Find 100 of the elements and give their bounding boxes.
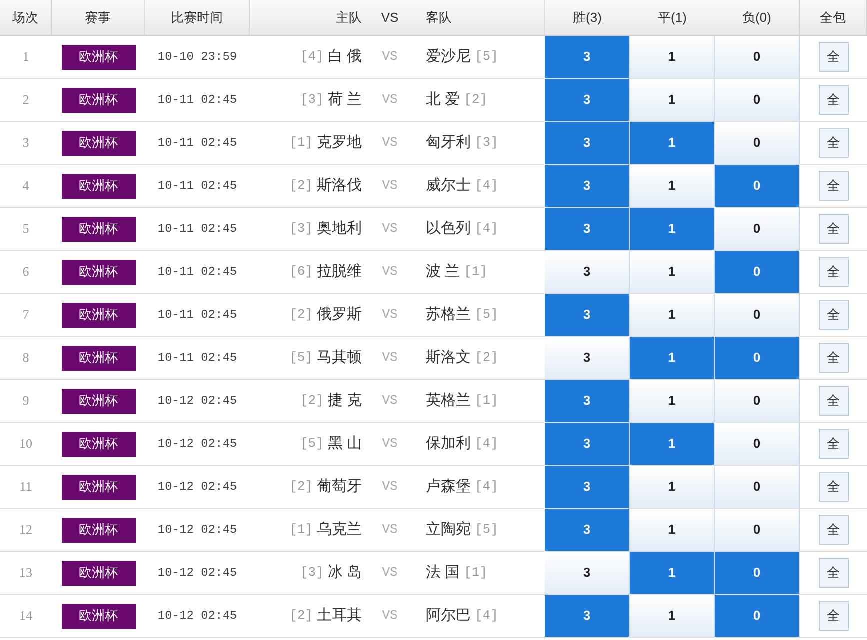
odds-option[interactable]: 1: [630, 294, 715, 336]
select-all-button[interactable]: 全: [818, 128, 848, 158]
odds-option[interactable]: 3: [545, 294, 630, 336]
odds-option[interactable]: 1: [630, 466, 715, 508]
odds-option[interactable]: 0: [715, 294, 800, 336]
odds-option[interactable]: 1: [630, 79, 715, 121]
select-all-button[interactable]: 全: [818, 515, 848, 545]
vs-label: VS: [382, 177, 398, 196]
odds-option[interactable]: 3: [545, 122, 630, 164]
select-all-button[interactable]: 全: [818, 257, 848, 287]
home-team: 乌克兰: [317, 520, 362, 540]
select-all-button[interactable]: 全: [818, 343, 848, 373]
column-header: 场次: [12, 8, 38, 27]
team-rank: [5]: [475, 48, 498, 66]
vs-label: VS: [382, 521, 398, 540]
team-rank: [3]: [290, 220, 313, 238]
select-all-button[interactable]: 全: [818, 214, 848, 244]
select-all-button[interactable]: 全: [818, 85, 848, 115]
odds-option[interactable]: 1: [630, 122, 715, 164]
team-rank: [1]: [464, 263, 488, 282]
vs-label: VS: [382, 220, 398, 238]
odds-option[interactable]: 1: [630, 595, 715, 637]
odds-option[interactable]: 0: [715, 251, 800, 293]
match-number: 11: [20, 478, 32, 496]
team-rank: [2]: [290, 177, 313, 196]
match-number: 10: [20, 435, 32, 454]
odds-option[interactable]: 0: [715, 165, 800, 207]
home-team: 斯洛伐: [317, 176, 362, 196]
odds-option[interactable]: 0: [715, 337, 800, 379]
league-badge: 欧洲杯: [62, 474, 136, 500]
match-time: 10-12 02:45: [158, 436, 238, 453]
odds-option[interactable]: 0: [715, 552, 800, 594]
odds-option[interactable]: 0: [715, 509, 800, 551]
odds-option[interactable]: 0: [715, 208, 800, 250]
select-all-button[interactable]: 全: [818, 472, 848, 502]
column-header: 主队: [336, 8, 362, 27]
odds-option[interactable]: 0: [715, 595, 800, 637]
team-rank: [5]: [475, 521, 498, 540]
odds-option[interactable]: 3: [545, 251, 630, 293]
team-rank: [4]: [300, 48, 324, 66]
odds-option[interactable]: 0: [715, 122, 800, 164]
select-all-button[interactable]: 全: [818, 171, 848, 201]
home-team: 黑 山: [328, 434, 362, 454]
select-all-button[interactable]: 全: [818, 558, 848, 588]
odds-option[interactable]: 1: [630, 337, 715, 379]
select-all-button[interactable]: 全: [818, 386, 848, 416]
odds-option[interactable]: 3: [545, 595, 630, 637]
odds-option[interactable]: 3: [545, 380, 630, 422]
match-number: 8: [22, 349, 30, 368]
odds-option[interactable]: 1: [630, 423, 715, 465]
match-time: 10-11 02:45: [158, 92, 238, 109]
league-badge: 欧洲杯: [62, 302, 136, 328]
select-all-button[interactable]: 全: [818, 601, 848, 631]
odds-option[interactable]: 1: [630, 36, 715, 78]
odds-option[interactable]: 3: [545, 208, 630, 250]
select-all-button[interactable]: 全: [818, 42, 848, 72]
match-time: 10-11 02:45: [158, 135, 238, 152]
odds-option[interactable]: 1: [630, 552, 715, 594]
odds-option[interactable]: 3: [545, 79, 630, 121]
team-rank: [2]: [290, 478, 313, 496]
team-rank: [2]: [464, 91, 488, 110]
column-header: 客队: [426, 8, 452, 27]
odds-option[interactable]: 0: [715, 36, 800, 78]
team-rank: [1]: [290, 134, 313, 152]
team-rank: [2]: [290, 607, 313, 626]
odds-option[interactable]: 0: [715, 79, 800, 121]
team-rank: [5]: [290, 349, 313, 368]
home-team: 马其顿: [317, 348, 362, 368]
home-team: 克罗地: [317, 132, 362, 153]
odds-option[interactable]: 1: [630, 380, 715, 422]
odds-option[interactable]: 3: [545, 509, 630, 551]
odds-option[interactable]: 3: [545, 423, 630, 465]
odds-option[interactable]: 0: [715, 423, 800, 465]
match-time: 10-12 02:45: [158, 565, 238, 582]
vs-label: VS: [382, 564, 398, 582]
odds-option[interactable]: 3: [545, 165, 630, 207]
odds-option[interactable]: 0: [715, 380, 800, 422]
odds-option[interactable]: 0: [715, 466, 800, 508]
odds-option[interactable]: 1: [630, 509, 715, 551]
match-time: 10-10 23:59: [158, 49, 238, 66]
match-number: 14: [20, 607, 32, 626]
odds-option[interactable]: 1: [630, 251, 715, 293]
odds-option[interactable]: 3: [545, 466, 630, 508]
odds-option[interactable]: 1: [630, 165, 715, 207]
league-badge: 欧洲杯: [62, 432, 136, 456]
team-rank: [5]: [475, 306, 498, 324]
match-time: 10-11 02:45: [158, 307, 238, 324]
league-badge: 欧洲杯: [62, 604, 136, 628]
match-time: 10-11 02:45: [158, 221, 238, 238]
team-rank: [2]: [290, 306, 313, 324]
home-team: 葡萄牙: [317, 476, 362, 497]
odds-option[interactable]: 3: [545, 552, 630, 594]
odds-option[interactable]: 3: [545, 337, 630, 379]
odds-option[interactable]: 3: [545, 36, 630, 78]
match-time: 10-12 02:45: [158, 522, 238, 539]
vs-label: VS: [382, 349, 398, 368]
select-all-button[interactable]: 全: [818, 300, 848, 330]
select-all-button[interactable]: 全: [818, 429, 848, 459]
team-rank: [2]: [475, 349, 498, 368]
odds-option[interactable]: 1: [630, 208, 715, 250]
